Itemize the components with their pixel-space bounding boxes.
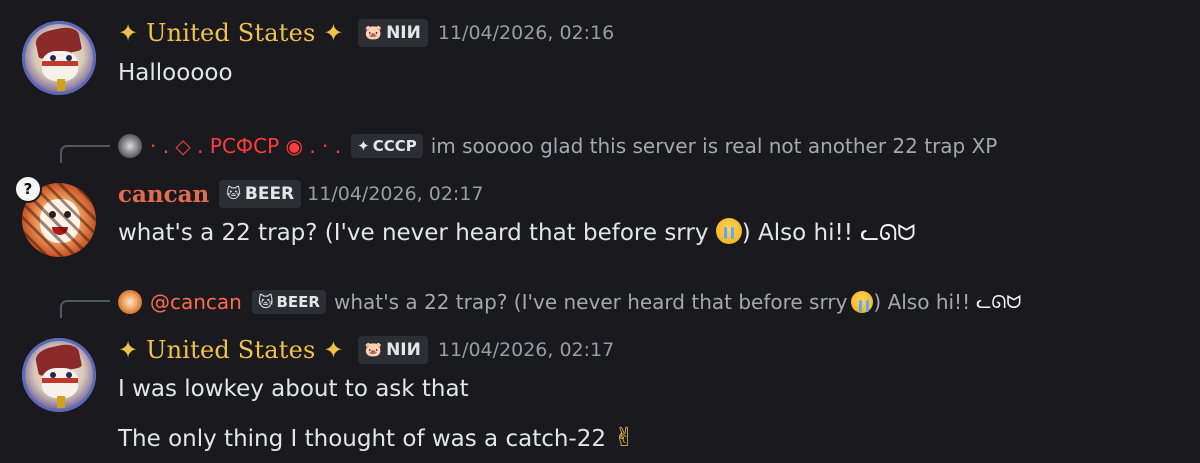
cat-emote-icon: ᓚᘏᗢ — [976, 291, 1022, 313]
reply-role-tag-label: BEER — [276, 293, 320, 311]
reply-connector — [60, 145, 110, 163]
pig-icon: 🐷 — [364, 25, 383, 41]
reply-preview[interactable]: @cancan 🐱 BEER what's a 22 trap? (I've n… — [118, 290, 1021, 314]
reply-text-b: ) Also hi!! — [873, 290, 971, 314]
message-content-line-2: The only thing I thought of was a catch-… — [118, 423, 635, 453]
question-badge: ? — [14, 175, 42, 203]
star-icon: ✦ — [357, 137, 370, 155]
reply-text-a: what's a 22 trap? (I've never heard that… — [333, 290, 848, 314]
reply-avatar — [118, 134, 142, 158]
message-header: cancan 🐱 BEER 11/04/2026, 02:17 — [118, 180, 484, 208]
author-name[interactable]: ✦ United States ✦ — [118, 336, 344, 364]
crying-face-icon — [715, 218, 742, 244]
role-tag-label: NIИ — [386, 23, 421, 43]
role-tag[interactable]: 🐷 NIИ — [357, 336, 428, 364]
author-name[interactable]: ✦ United States ✦ — [118, 19, 344, 47]
reply-preview[interactable]: · . ◇ . РСФСР ◉ . · . ✦ СССР im sooooo g… — [118, 134, 997, 158]
content-text: The only thing I thought of was a catch-… — [118, 426, 606, 452]
reply-avatar — [118, 290, 142, 314]
avatar-united-states[interactable] — [22, 21, 96, 95]
reply-role-tag: ✦ СССР — [351, 134, 423, 158]
message-content: Hallooooo — [118, 60, 233, 86]
author-name[interactable]: cancan — [118, 181, 209, 208]
message-header: ✦ United States ✦ 🐷 NIИ 11/04/2026, 02:1… — [118, 19, 614, 47]
avatar-united-states[interactable] — [22, 338, 96, 412]
reply-role-tag-label: СССР — [372, 137, 417, 155]
peace-hand-icon: ✌ — [613, 423, 636, 453]
role-tag[interactable]: 🐷 NIИ — [357, 19, 428, 47]
cat-emote-icon: ᓚᘏᗢ — [860, 221, 916, 246]
reply-text: im sooooo glad this server is real not a… — [430, 134, 998, 158]
reply-connector — [60, 300, 110, 318]
cat-icon: 🐱 — [226, 186, 241, 202]
content-text-b: ) Also hi!! — [741, 220, 853, 246]
message-content: what's a 22 trap? (I've never heard that… — [118, 218, 916, 246]
role-tag-label: BEER — [244, 184, 295, 204]
timestamp[interactable]: 11/04/2026, 02:17 — [307, 183, 483, 205]
role-tag-label: NIИ — [386, 340, 421, 360]
reply-role-tag: 🐱 BEER — [251, 290, 326, 314]
reply-mention[interactable]: @cancan — [150, 290, 242, 314]
timestamp[interactable]: 11/04/2026, 02:17 — [438, 339, 614, 361]
reply-author[interactable]: · . ◇ . РСФСР ◉ . · . — [150, 134, 341, 158]
message-content-line-1: I was lowkey about to ask that — [118, 376, 469, 402]
crying-face-icon — [851, 291, 874, 313]
message-header: ✦ United States ✦ 🐷 NIИ 11/04/2026, 02:1… — [118, 336, 614, 364]
role-tag[interactable]: 🐱 BEER — [219, 180, 302, 208]
content-text-a: what's a 22 trap? (I've never heard that… — [118, 220, 709, 246]
timestamp[interactable]: 11/04/2026, 02:16 — [438, 22, 614, 44]
pig-icon: 🐷 — [364, 342, 383, 358]
cat-icon: 🐱 — [257, 293, 274, 311]
